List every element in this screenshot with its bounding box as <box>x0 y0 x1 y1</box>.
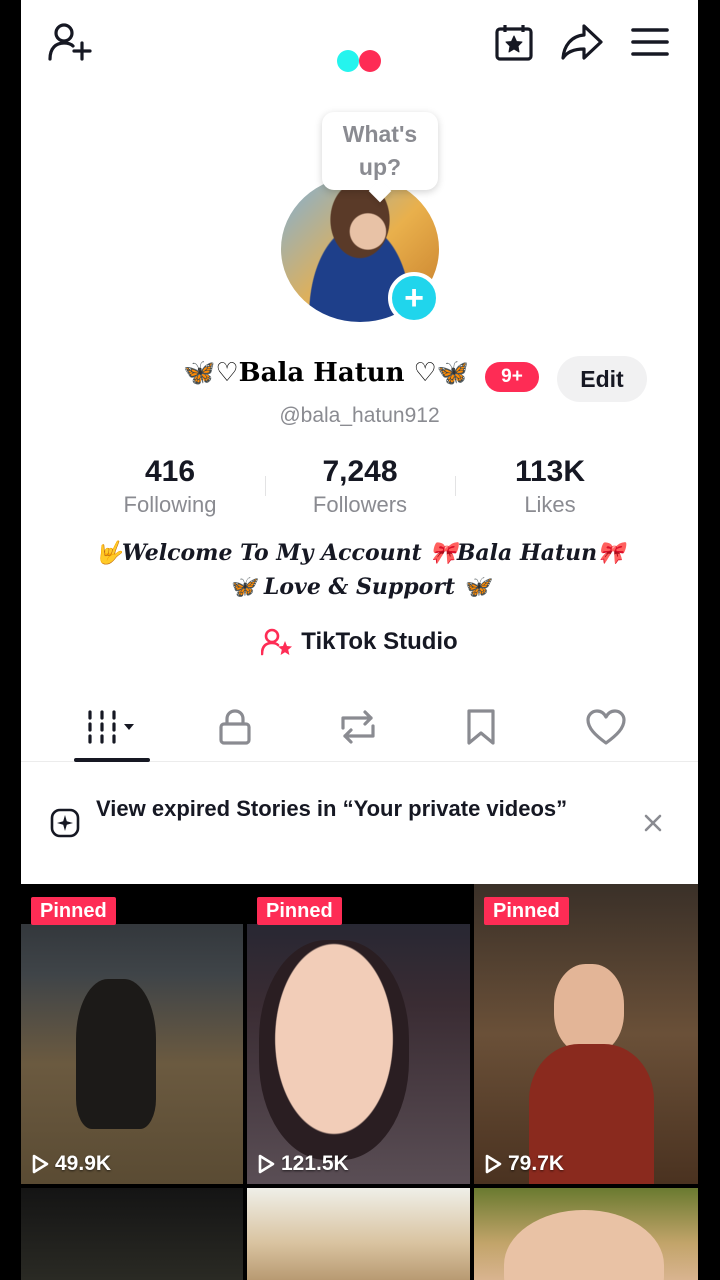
video-thumbnail[interactable] <box>21 1188 243 1280</box>
video-grid: Pinned 49.9K Pinned 121.5K Pinned 79.7K <box>21 884 698 1280</box>
tiktok-studio-link[interactable]: TikTok Studio <box>21 628 698 656</box>
stat-value: 7,248 <box>322 455 398 488</box>
stat-following[interactable]: 416 Following <box>75 452 265 522</box>
hamburger-menu-icon[interactable] <box>628 20 672 64</box>
active-tab-indicator <box>74 758 150 762</box>
stat-label: Followers <box>312 492 408 517</box>
thumbnail-face <box>554 964 624 1054</box>
view-count: 79.7K <box>484 1152 564 1176</box>
whats-up-bubble[interactable]: What's up? <box>322 112 438 190</box>
repost-icon <box>341 710 375 744</box>
play-icon <box>32 1154 49 1174</box>
profile-bio: 🤟Welcome To My Account 🎀Bala Hatun🎀 🦋 Lo… <box>21 536 698 604</box>
play-icon <box>258 1154 275 1174</box>
stat-likes[interactable]: 113K Likes <box>455 452 645 522</box>
close-icon[interactable] <box>642 812 664 834</box>
view-count: 121.5K <box>257 1152 349 1176</box>
play-icon <box>485 1154 502 1174</box>
content-tabs <box>21 694 698 762</box>
video-thumbnail[interactable] <box>474 1188 698 1280</box>
top-bar <box>21 0 698 90</box>
tab-videos-grid[interactable] <box>62 694 162 760</box>
heart-icon <box>586 709 626 745</box>
username: @bala_hatun912 <box>279 404 440 427</box>
tab-private[interactable] <box>185 694 285 760</box>
story-sparkle-icon <box>50 808 80 838</box>
tab-liked[interactable] <box>556 694 656 760</box>
video-thumbnail[interactable]: Pinned 49.9K <box>21 884 243 1184</box>
tiktok-logo <box>337 50 385 72</box>
studio-person-star-icon <box>261 628 293 656</box>
video-thumbnail[interactable] <box>247 1188 470 1280</box>
expired-stories-banner[interactable]: View expired Stories in “Your private vi… <box>21 766 698 884</box>
stat-value: 416 <box>144 455 196 488</box>
studio-label: TikTok Studio <box>301 628 458 655</box>
calendar-star-icon[interactable] <box>492 20 536 64</box>
bio-line: 🤟Welcome To My Account 🎀Bala Hatun🎀 <box>94 540 625 566</box>
thumbnail-face <box>504 1210 664 1280</box>
pinned-badge: Pinned <box>484 897 569 925</box>
lock-icon <box>219 709 251 745</box>
stat-label: Likes <box>524 492 576 517</box>
pinned-badge: Pinned <box>257 897 342 925</box>
thumbnail-face <box>259 940 409 1160</box>
view-count: 49.9K <box>31 1152 111 1176</box>
name-row: 🦋♡Bala Hatun ♡🦋 9+ Edit <box>21 356 698 402</box>
profile-screen: + What's up? 🦋♡Bala Hatun ♡🦋 9+ Edit @ba… <box>21 0 698 1280</box>
tab-reposts[interactable] <box>308 694 408 760</box>
video-thumbnail[interactable]: Pinned 79.7K <box>474 884 698 1184</box>
view-count-value: 121.5K <box>281 1152 349 1175</box>
banner-text: View expired Stories in “Your private vi… <box>96 796 568 821</box>
avatar-container[interactable]: + <box>280 176 440 324</box>
notification-badge[interactable]: 9+ <box>485 362 539 392</box>
thumbnail-figure <box>76 979 156 1129</box>
stat-value: 113K <box>514 455 586 488</box>
logo-dot-red <box>359 50 381 72</box>
edit-profile-button[interactable]: Edit <box>557 356 647 402</box>
share-arrow-icon[interactable] <box>559 20 605 64</box>
logo-dot-cyan <box>337 50 359 72</box>
stat-label: Following <box>123 492 217 517</box>
view-count-value: 49.9K <box>55 1152 112 1175</box>
grid-icon <box>88 710 134 744</box>
bio-line: 🦋 Love & Support 🦋 <box>228 574 491 600</box>
pinned-badge: Pinned <box>31 897 116 925</box>
profile-stats: 416 Following 7,248 Followers 113K Likes <box>75 452 645 522</box>
add-story-plus-icon[interactable]: + <box>388 272 440 324</box>
add-friend-icon[interactable] <box>45 20 93 64</box>
view-count-value: 79.7K <box>508 1152 565 1175</box>
bookmark-icon <box>467 709 495 745</box>
stat-followers[interactable]: 7,248 Followers <box>265 452 455 522</box>
video-thumbnail[interactable]: Pinned 121.5K <box>247 884 470 1184</box>
display-name: 🦋♡Bala Hatun ♡🦋 <box>183 358 470 388</box>
tab-favorites[interactable] <box>431 694 531 760</box>
